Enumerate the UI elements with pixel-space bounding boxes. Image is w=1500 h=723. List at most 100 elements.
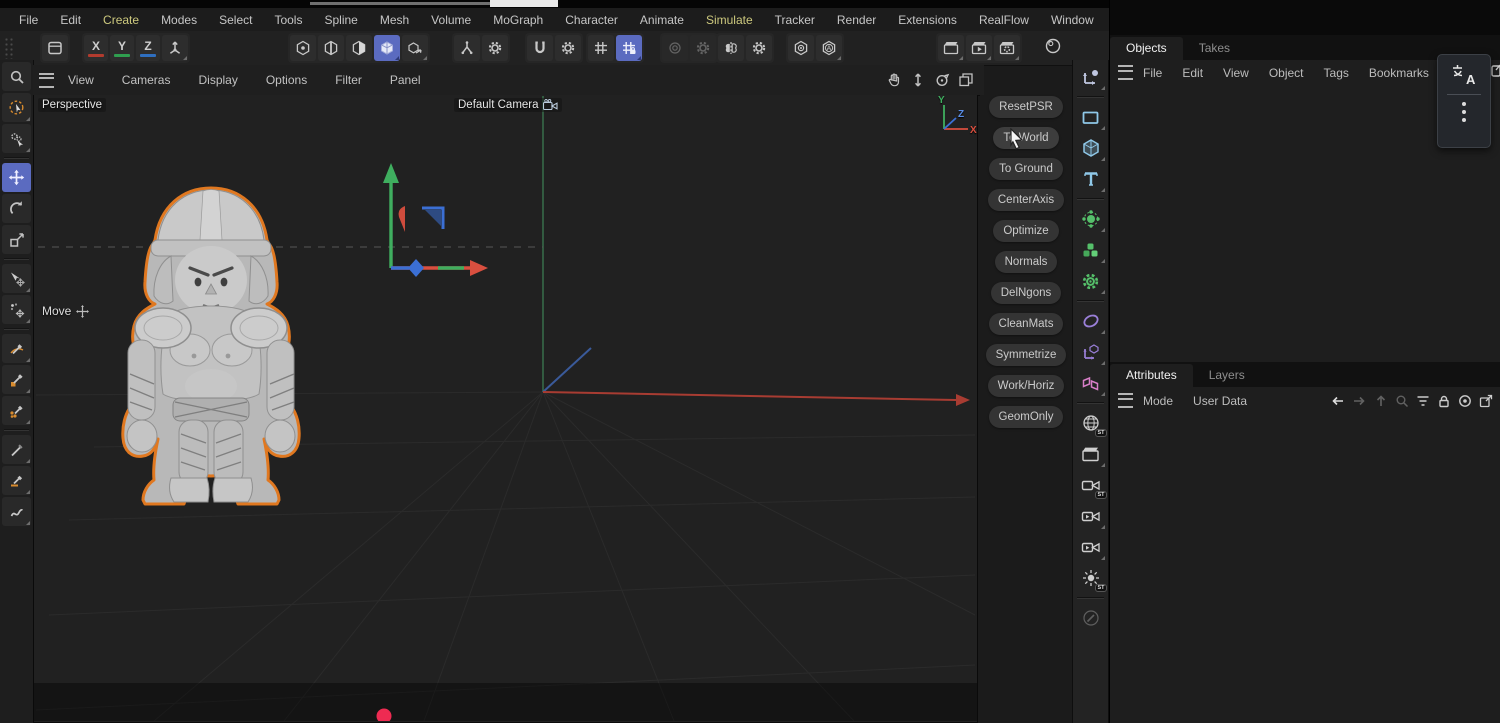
gladiator-model[interactable] — [110, 177, 312, 507]
y-axis-lock-button[interactable]: Y — [110, 35, 134, 61]
toolbar-grip[interactable] — [4, 37, 14, 59]
enable-axis-button[interactable] — [788, 35, 814, 61]
camera-animated-icon[interactable] — [1076, 502, 1106, 530]
menu-realflow[interactable]: RealFlow — [968, 13, 1040, 27]
tab-layers[interactable]: Layers — [1193, 364, 1261, 387]
spline-circle-icon[interactable] — [1076, 307, 1106, 335]
spline-rectangle-icon[interactable] — [1076, 103, 1106, 131]
centeraxis-button[interactable]: CenterAxis — [987, 189, 1065, 211]
menu-tracker[interactable]: Tracker — [764, 13, 826, 27]
menu-character[interactable]: Character — [554, 13, 629, 27]
menu-file[interactable]: File — [8, 13, 49, 27]
viewport-view-label[interactable]: Perspective — [38, 98, 107, 112]
viewport-menu-filter[interactable]: Filter — [321, 73, 376, 87]
menu-mesh[interactable]: Mesh — [369, 13, 420, 27]
stage-clapper-icon[interactable] — [1076, 440, 1106, 468]
objects-menu-view[interactable]: View — [1213, 66, 1259, 80]
zoom-tool[interactable] — [2, 62, 31, 91]
viewport-menu-cameras[interactable]: Cameras — [108, 73, 185, 87]
resetpsr-button[interactable]: ResetPSR — [989, 96, 1063, 118]
objects-menu-edit[interactable]: Edit — [1172, 66, 1213, 80]
viewport-menu-panel[interactable]: Panel — [376, 73, 435, 87]
to-ground-button[interactable]: To Ground — [989, 158, 1063, 180]
x-axis-lock-button[interactable]: X — [84, 35, 108, 61]
attributes-menu-user-data[interactable]: User Data — [1183, 394, 1257, 408]
symmetry-settings-gear-icon[interactable] — [746, 35, 772, 61]
make-editable-button[interactable] — [42, 35, 68, 61]
auto-axis-button[interactable]: A — [816, 35, 842, 61]
camera-motion-icon[interactable] — [1076, 533, 1106, 561]
motext-icon[interactable] — [1076, 165, 1106, 193]
attributes-search-icon[interactable] — [1395, 394, 1409, 408]
objects-menu-hamburger-icon[interactable] — [1118, 65, 1133, 80]
snap-settings-gear-icon[interactable] — [555, 35, 581, 61]
delngons-button[interactable]: DelNgons — [990, 282, 1062, 304]
sculpt-smear-tool[interactable] — [2, 497, 31, 526]
sky-environment-icon[interactable]: ST — [1076, 409, 1107, 437]
rotate-tool[interactable] — [2, 194, 31, 223]
lock-icon[interactable] — [1437, 394, 1451, 408]
disabled-pen-icon[interactable] — [1076, 604, 1106, 632]
knife-tool[interactable] — [2, 435, 31, 464]
modeling-settings-button-disabled[interactable] — [662, 35, 688, 61]
tab-attributes[interactable]: Attributes — [1110, 364, 1193, 387]
move-tool-selected[interactable] — [2, 163, 31, 192]
coordinate-system-button[interactable] — [162, 35, 188, 61]
subdivision-surface-icon[interactable] — [1076, 205, 1106, 233]
filter-icon[interactable] — [1416, 395, 1430, 407]
menu-spline[interactable]: Spline — [313, 13, 368, 27]
pan-hand-icon[interactable] — [886, 72, 902, 88]
attributes-menu-hamburger-icon[interactable] — [1118, 393, 1133, 408]
workhoriz-button[interactable]: Work/Horiz — [987, 375, 1065, 397]
toggle-view-layout-icon[interactable] — [958, 72, 974, 88]
model-mode-button[interactable] — [374, 35, 400, 61]
menu-simulate[interactable]: Simulate — [695, 13, 764, 27]
objects-menu-object[interactable]: Object — [1259, 66, 1314, 80]
camera-st-icon[interactable]: ST — [1076, 471, 1107, 499]
locked-workplane-button[interactable] — [616, 35, 642, 61]
viewport-menu-view[interactable]: View — [54, 73, 108, 87]
scale-tool[interactable] — [2, 225, 31, 254]
point-pen-tool[interactable] — [2, 396, 31, 425]
tab-objects[interactable]: Objects — [1110, 37, 1183, 60]
detach-panel-icon[interactable] — [1479, 394, 1493, 408]
menu-animate[interactable]: Animate — [629, 13, 695, 27]
symmetry-mirror-button[interactable] — [718, 35, 744, 61]
menu-tools[interactable]: Tools — [263, 13, 313, 27]
viewport-menu-display[interactable]: Display — [184, 73, 251, 87]
points-mode-button[interactable] — [290, 35, 316, 61]
generator-gear-icon[interactable] — [1076, 267, 1106, 295]
normals-button[interactable]: Normals — [994, 251, 1058, 273]
tool-settings-gears[interactable] — [2, 124, 31, 153]
instance-axis-icon[interactable] — [1076, 338, 1106, 366]
objects-menu-bookmarks[interactable]: Bookmarks — [1359, 66, 1439, 80]
viewport-menu-options[interactable]: Options — [252, 73, 321, 87]
translate-icon[interactable]: A — [1451, 62, 1477, 88]
spline-pen-icon[interactable] — [1076, 63, 1106, 91]
menu-mograph[interactable]: MoGraph — [482, 13, 554, 27]
menu-edit[interactable]: Edit — [49, 13, 92, 27]
history-back-icon[interactable] — [1330, 394, 1345, 408]
menu-extensions[interactable]: Extensions — [887, 13, 968, 27]
viewport-camera-label[interactable]: Default Camera — [454, 98, 562, 112]
optimize-button[interactable]: Optimize — [993, 220, 1059, 242]
external-link-partial-icon[interactable] — [1491, 62, 1500, 78]
dolly-zoom-icon[interactable] — [910, 72, 926, 88]
render-to-picture-viewer-button[interactable] — [966, 35, 992, 61]
render-settings-button[interactable] — [994, 35, 1020, 61]
edges-mode-button[interactable] — [318, 35, 344, 61]
geomonly-button[interactable]: GeomOnly — [988, 406, 1064, 428]
attributes-menu-mode[interactable]: Mode — [1133, 394, 1183, 408]
kebab-menu-icon[interactable] — [1461, 101, 1467, 123]
polygons-mode-button[interactable] — [346, 35, 372, 61]
menu-modes[interactable]: Modes — [150, 13, 208, 27]
symmetry-object-icon[interactable] — [1076, 369, 1106, 397]
menu-render[interactable]: Render — [826, 13, 887, 27]
menu-create[interactable]: Create — [92, 13, 150, 27]
perspective-viewport[interactable]: Perspective Default Camera Move Y Z X — [33, 95, 978, 723]
tweak-mode-button[interactable] — [454, 35, 480, 61]
workplane-grid-button[interactable] — [588, 35, 614, 61]
history-forward-icon[interactable] — [1352, 394, 1367, 408]
magnet-snap-button[interactable] — [527, 35, 553, 61]
volume-builder-icon[interactable] — [1076, 236, 1106, 264]
